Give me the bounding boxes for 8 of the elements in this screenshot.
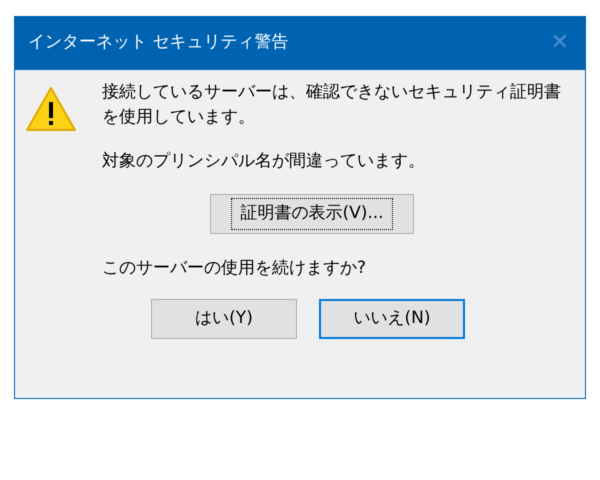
question-text: このサーバーの使用を続けますか? xyxy=(102,257,368,280)
message-text: 接続しているサーバーは、確認できないセキュリティ証明書を使用しています。 xyxy=(102,81,562,129)
detail-text: 対象のプリンシパル名が間違っています。 xyxy=(102,150,426,173)
dialog-button[interactable]: はい(Y) xyxy=(151,299,297,339)
dialog-button[interactable]: いいえ(N) xyxy=(319,299,465,339)
warning-icon xyxy=(25,86,77,132)
dialog-button[interactable]: 証明書の表示(V)... xyxy=(210,194,414,234)
window-title: インターネット セキュリティ警告 xyxy=(28,31,288,54)
